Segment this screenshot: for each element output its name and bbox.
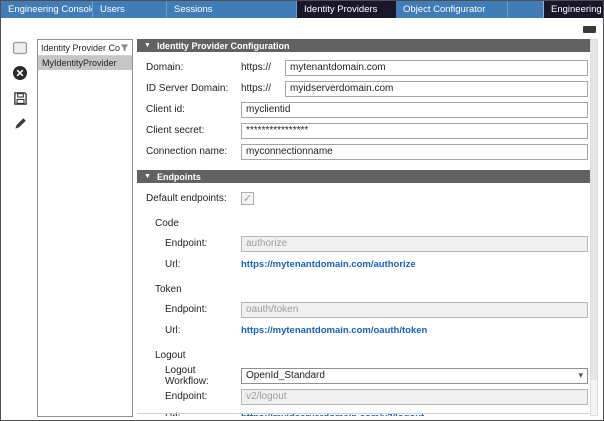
tab-object-configurator[interactable]: Object Configurator xyxy=(396,1,508,18)
group-name-token: Token xyxy=(137,284,591,299)
client-secret-input[interactable] xyxy=(241,123,588,139)
list-panel-header: Identity Provider Conf xyxy=(38,40,132,56)
save-button[interactable] xyxy=(11,89,29,107)
section-header-identity-provider-configuration[interactable]: ▼ Identity Provider Configuration xyxy=(137,39,591,52)
domain-input[interactable] xyxy=(285,60,588,76)
side-toolbar xyxy=(7,39,33,132)
collapse-arrow-icon: ▼ xyxy=(144,42,151,49)
connection-name-input[interactable] xyxy=(241,144,588,160)
id-server-domain-label: ID Server Domain: xyxy=(137,83,241,94)
token-endpoint-input xyxy=(241,302,588,318)
save-icon xyxy=(13,91,28,106)
tab-engineering[interactable]: Engineering xyxy=(543,1,603,18)
field-row-code-url: Url: https://mytenantdomain.com/authoriz… xyxy=(137,254,591,275)
tab-sessions[interactable]: Sessions xyxy=(167,1,297,18)
field-row-id-server-domain: ID Server Domain: https:// xyxy=(137,78,591,99)
new-button[interactable] xyxy=(11,39,29,57)
configuration-panel: ▼ Identity Provider Configuration Domain… xyxy=(137,39,591,416)
check-icon: ✓ xyxy=(243,194,252,204)
logout-endpoint-input xyxy=(241,389,588,405)
field-row-connection-name: Connection name: xyxy=(137,141,591,162)
default-endpoints-label: Default endpoints: xyxy=(137,193,241,204)
connection-name-label: Connection name: xyxy=(137,146,241,157)
section-header-endpoints[interactable]: ▼ Endpoints xyxy=(137,170,591,183)
cancel-button[interactable] xyxy=(11,64,29,82)
field-row-logout-url: Url: https://myidserverdomain.com/v2/log… xyxy=(137,407,591,416)
group-name-code: Code xyxy=(137,218,591,233)
client-secret-label: Client secret: xyxy=(137,125,241,136)
scrollbar-thumb[interactable] xyxy=(591,40,597,380)
tab-users[interactable]: Users xyxy=(93,1,167,18)
token-url-link[interactable]: https://mytenantdomain.com/oauth/token xyxy=(241,325,427,336)
field-row-logout-endpoint: Endpoint: xyxy=(137,386,591,407)
panel-collapse-handle[interactable] xyxy=(583,26,596,33)
logout-workflow-value: OpenId_Standard xyxy=(246,370,325,381)
field-row-default-endpoints: Default endpoints: ✓ xyxy=(137,188,591,209)
field-row-code-endpoint: Endpoint: xyxy=(137,233,591,254)
tab-bar-spacer xyxy=(508,1,543,18)
id-server-domain-input[interactable] xyxy=(285,81,588,97)
id-server-domain-prefix: https:// xyxy=(241,83,285,94)
token-url-label: Url: xyxy=(137,325,241,336)
field-row-client-id: Client id: xyxy=(137,99,591,120)
endpoints-form: Default endpoints: ✓ Code Endpoint: Url:… xyxy=(137,183,591,416)
edit-button[interactable] xyxy=(11,114,29,132)
field-row-client-secret: Client secret: xyxy=(137,120,591,141)
identity-provider-list-panel: Identity Provider Conf MyIdentityProvide… xyxy=(37,39,133,417)
cancel-icon xyxy=(12,65,28,81)
code-url-link[interactable]: https://mytenantdomain.com/authorize xyxy=(241,259,416,270)
field-row-token-url: Url: https://mytenantdomain.com/oauth/to… xyxy=(137,320,591,341)
chevron-down-icon: ▾ xyxy=(578,370,583,381)
filter-icon[interactable] xyxy=(120,43,129,53)
field-row-logout-workflow: Logout Workflow: OpenId_Standard ▾ xyxy=(137,365,591,386)
section-title: Endpoints xyxy=(157,172,201,182)
top-tab-bar: Engineering Console Users Sessions Ident… xyxy=(1,1,603,18)
token-endpoint-label: Endpoint: xyxy=(137,304,241,315)
logout-endpoint-label: Endpoint: xyxy=(137,391,241,402)
logout-workflow-select[interactable]: OpenId_Standard ▾ xyxy=(241,368,588,384)
list-panel-title: Identity Provider Conf xyxy=(41,43,120,53)
edit-icon xyxy=(13,116,28,131)
domain-prefix: https:// xyxy=(241,62,285,73)
collapse-arrow-icon: ▼ xyxy=(144,173,151,180)
code-url-label: Url: xyxy=(137,259,241,270)
tab-engineering-console[interactable]: Engineering Console xyxy=(1,1,93,18)
field-row-domain: Domain: https:// xyxy=(137,57,591,78)
new-icon xyxy=(12,41,28,55)
client-id-label: Client id: xyxy=(137,104,241,115)
field-row-token-endpoint: Endpoint: xyxy=(137,299,591,320)
default-endpoints-checkbox[interactable]: ✓ xyxy=(241,192,254,205)
client-id-input[interactable] xyxy=(241,102,588,118)
section-title: Identity Provider Configuration xyxy=(157,41,290,51)
tab-identity-providers[interactable]: Identity Providers xyxy=(297,1,396,18)
domain-label: Domain: xyxy=(137,62,241,73)
code-endpoint-input xyxy=(241,236,588,252)
list-item-myidentityprovider[interactable]: MyIdentityProvider xyxy=(38,56,132,70)
logout-workflow-label: Logout Workflow: xyxy=(137,365,241,387)
code-endpoint-label: Endpoint: xyxy=(137,238,241,249)
application-window: Engineering Console Users Sessions Ident… xyxy=(0,0,604,421)
panel-bottom-divider xyxy=(137,413,589,414)
vertical-scrollbar[interactable] xyxy=(590,39,598,416)
group-name-logout: Logout xyxy=(137,350,591,365)
configuration-form: Domain: https:// ID Server Domain: https… xyxy=(137,52,591,170)
